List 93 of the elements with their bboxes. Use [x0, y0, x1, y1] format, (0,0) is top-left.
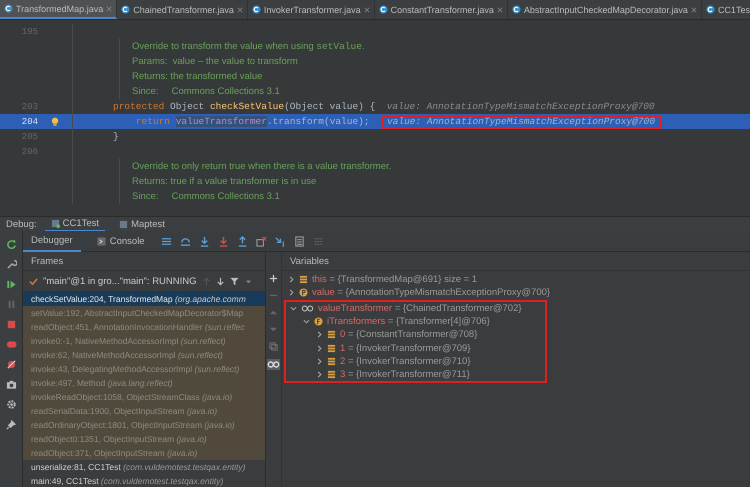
- editor-tab[interactable]: ChainedTransformer.java: [117, 0, 248, 19]
- stack-frame[interactable]: unserialize:81, CC1Test (com.vuldemotest.testqax.entity): [23, 460, 265, 474]
- variable-entry[interactable]: value = {AnnotationTypeMismatchExceptionProxy@700}: [312, 287, 550, 298]
- stack-frame[interactable]: invoke:43, DelegatingMethodAccessorImpl (sun.reflect): [23, 362, 265, 376]
- stack-frame[interactable]: readObject0:1351, ObjectInputStream (java.io): [23, 432, 265, 446]
- force-step-into-icon[interactable]: [218, 236, 229, 246]
- check-icon: [29, 276, 38, 286]
- stack-frame[interactable]: readObject:451, AnnotationInvocationHandler (sun.reflec: [23, 320, 265, 334]
- variable-entry[interactable]: 3 = {InvokerTransformer@711}: [340, 369, 470, 380]
- class-icon: [378, 5, 388, 14]
- editor-tab[interactable]: AbstractInputCheckedMapDecorator.java: [508, 0, 702, 19]
- field-icon: [327, 370, 336, 380]
- variable-entry[interactable]: 2 = {InvokerTransformer@710}: [340, 356, 470, 367]
- debug-label: Debug:: [6, 218, 37, 230]
- variable-entry[interactable]: valueTransformer = {ChainedTransformer@702}: [318, 302, 522, 314]
- close-icon[interactable]: [496, 6, 503, 12]
- variable-entry[interactable]: this = {TransformedMap@691} size = 1: [312, 274, 478, 286]
- rerun-icon[interactable]: [6, 239, 16, 250]
- stack-frame[interactable]: readOrdinaryObject:1801, ObjectInputStream (java.io): [23, 418, 265, 432]
- close-icon[interactable]: [106, 6, 112, 12]
- variable-entry[interactable]: 1 = {InvokerTransformer@709}: [340, 342, 470, 354]
- console-icon: [96, 236, 106, 246]
- step-into-icon[interactable]: [198, 236, 210, 246]
- stack-frame[interactable]: main:49, CC1Test (com.vuldemotest.testqax.entity): [23, 474, 265, 487]
- run-to-cursor-icon[interactable]: [274, 236, 286, 246]
- caret-icon[interactable]: [316, 371, 323, 378]
- field-icon: [327, 344, 336, 353]
- variable-entry[interactable]: iTransformers = {Transformer[4]@706}: [327, 316, 490, 328]
- caret-icon[interactable]: [316, 358, 323, 365]
- class-icon: [512, 5, 521, 14]
- resume-icon[interactable]: [6, 279, 16, 290]
- menu-icon[interactable]: [160, 236, 172, 246]
- editor-tab[interactable]: TransformedMap.java: [0, 0, 118, 19]
- editor-tab[interactable]: CC1Tes: [702, 0, 750, 19]
- filter-icon[interactable]: [230, 276, 239, 286]
- stack-frame[interactable]: invoke:62, NativeMethodAccessorImpl (sun.reflect): [23, 348, 265, 362]
- close-icon[interactable]: [236, 6, 243, 12]
- camera-icon[interactable]: [6, 379, 16, 390]
- field-icon: [327, 330, 336, 340]
- class-icon: [121, 5, 130, 14]
- code-line: }: [112, 130, 119, 144]
- stack-frame[interactable]: invokeReadObject:1058, ObjectStreamClass (java.io): [23, 390, 265, 404]
- final-field-icon: [314, 317, 323, 326]
- run-config-icon: [50, 218, 60, 228]
- watch-icon: [301, 304, 314, 313]
- frames-header: Frames: [23, 252, 265, 271]
- debugger-tab[interactable]: Debugger: [23, 230, 81, 252]
- caret-icon[interactable]: [290, 304, 297, 312]
- caret-icon[interactable]: [303, 318, 310, 326]
- stack-frame[interactable]: readObject:371, ObjectInputStream (java.io): [23, 446, 265, 460]
- caret-icon[interactable]: [316, 331, 323, 338]
- class-icon: [706, 5, 715, 14]
- calculator-icon[interactable]: [294, 236, 305, 246]
- field-icon: [299, 275, 308, 284]
- stop-icon[interactable]: [6, 319, 16, 330]
- add-icon[interactable]: [269, 274, 278, 283]
- editor-tab[interactable]: ConstantTransformer.java: [374, 0, 508, 19]
- field-icon: [327, 356, 336, 366]
- code-line: return valueTransformer.transform(value); value: AnnotationTypeMismatchExceptionProxy@700: [73, 114, 661, 129]
- down-arrow-icon[interactable]: [216, 276, 225, 286]
- editor-tab[interactable]: InvokerTransformer.java: [248, 0, 375, 19]
- wrench-icon[interactable]: [6, 259, 16, 270]
- stack-frame[interactable]: setValue:192, AbstractInputCheckedMapDecorator$Map: [23, 306, 265, 320]
- variable-entry[interactable]: 0 = {ConstantTransformer@708}: [340, 329, 478, 340]
- settings-icon[interactable]: [6, 399, 16, 410]
- close-icon[interactable]: [364, 6, 370, 12]
- code-line: protected Object checkSetValue(Object value) { value: AnnotationTypeMismatchExceptionProxy@700: [112, 100, 655, 114]
- stack-frame[interactable]: invoke:497, Method (java.lang.reflect): [23, 376, 265, 390]
- mute-breakpoints-icon[interactable]: [6, 359, 16, 370]
- debugger-tab[interactable]: Console: [88, 231, 153, 251]
- parameter-icon: [299, 288, 308, 298]
- step-out-icon[interactable]: [236, 236, 248, 246]
- class-icon: [4, 4, 13, 13]
- pin-icon[interactable]: [6, 419, 16, 430]
- step-over-icon[interactable]: [180, 236, 191, 246]
- copy-icon[interactable]: [269, 342, 278, 351]
- stack-frame[interactable]: readSerialData:1900, ObjectInputStream (java.io): [23, 404, 265, 418]
- watches-icon[interactable]: [267, 359, 280, 370]
- line-number: 204: [20, 116, 38, 126]
- stack-frame[interactable]: checkSetValue:204, TransformedMap (org.apache.comm: [23, 292, 265, 306]
- thread-selector[interactable]: "main"@1 in gro..."main": RUNNING: [43, 276, 197, 286]
- drop-frame-icon[interactable]: [256, 236, 267, 246]
- caret-icon[interactable]: [288, 276, 295, 284]
- breakpoints-icon[interactable]: [6, 339, 16, 350]
- run-config-icon: [119, 220, 128, 228]
- class-icon: [252, 5, 261, 14]
- variables-header: Variables: [282, 252, 750, 271]
- lightbulb-icon[interactable]: [51, 116, 59, 126]
- caret-icon[interactable]: [316, 344, 323, 352]
- run-config-tab[interactable]: Maptest: [113, 217, 171, 231]
- caret-icon[interactable]: [288, 289, 295, 296]
- close-icon[interactable]: [690, 6, 697, 12]
- stack-frame[interactable]: invoke0:-1, NativeMethodAccessorImpl (sun.reflect): [23, 334, 265, 348]
